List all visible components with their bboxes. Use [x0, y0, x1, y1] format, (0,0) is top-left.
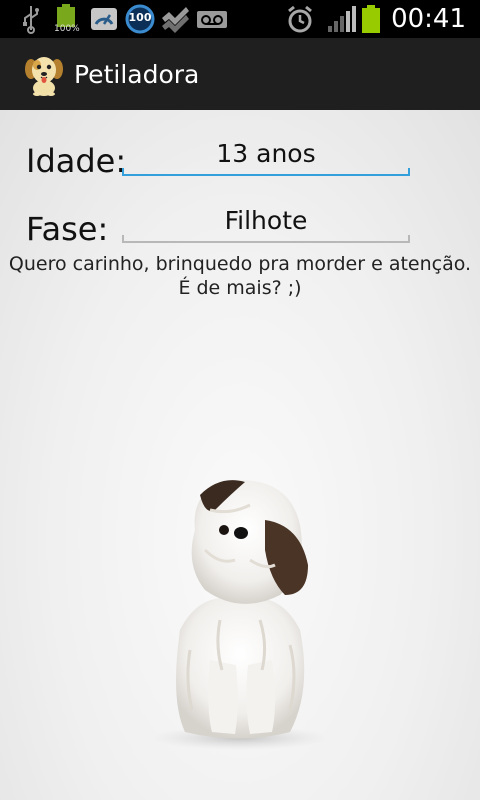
phase-field[interactable]: Filhote: [122, 205, 410, 243]
dog-icon[interactable]: [22, 52, 66, 96]
phase-label: Fase:: [26, 210, 109, 248]
status-bar: 100% 100 00:41: [0, 0, 480, 38]
speed-icon: [91, 8, 117, 30]
usb-icon: [23, 6, 39, 34]
action-bar: Petiladora: [0, 38, 480, 110]
voicemail-icon: [197, 11, 227, 28]
age-label: Idade:: [26, 142, 127, 180]
age-field[interactable]: 13 anos: [122, 138, 410, 176]
main-content: Idade: 13 anos Fase: Filhote Quero carin…: [0, 110, 480, 800]
alarm-icon: [288, 5, 312, 33]
badge-number: 100: [128, 11, 152, 24]
signal-icon: [328, 6, 356, 32]
phase-description: Quero carinho, brinquedo pra morder e at…: [8, 253, 472, 299]
battery-percent-label: 100%: [54, 24, 80, 34]
phase-value: Filhote: [224, 206, 308, 235]
puppy-image: [150, 480, 330, 750]
status-time: 00:41: [391, 4, 466, 34]
age-value: 13 anos: [216, 139, 316, 168]
battery-icon: [362, 5, 380, 33]
checkmark-icon: [162, 7, 189, 33]
app-title: Petiladora: [74, 60, 200, 89]
